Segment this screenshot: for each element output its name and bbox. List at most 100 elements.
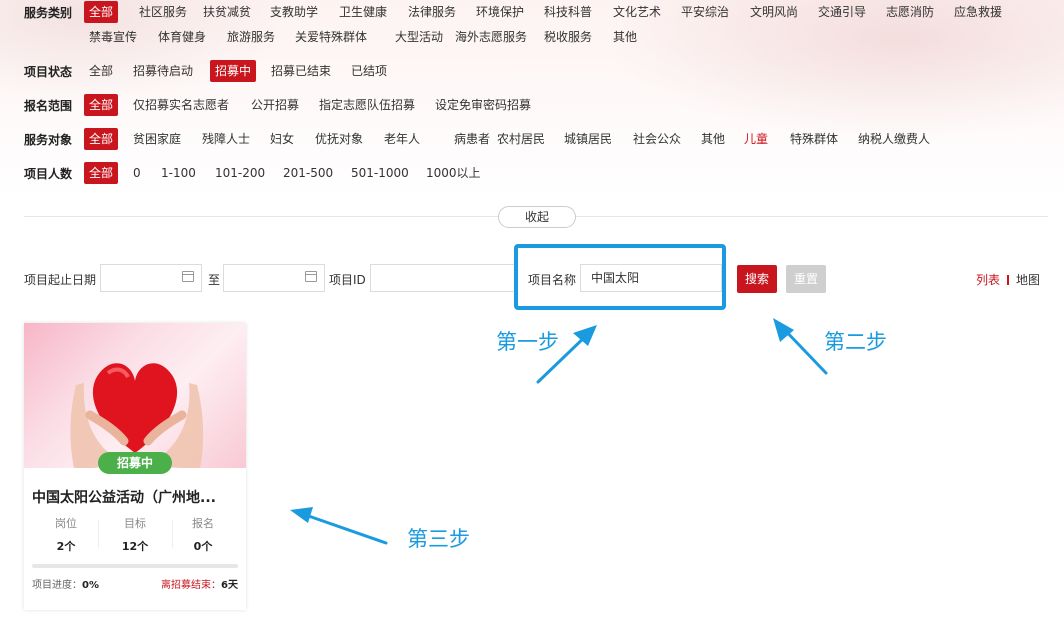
filter-option[interactable]: 全部 bbox=[84, 94, 119, 116]
step3-label: 第三步 bbox=[407, 527, 470, 551]
filter-option[interactable]: 关爱特殊群体 bbox=[290, 26, 372, 48]
filter-option[interactable]: 旅游服务 bbox=[222, 26, 280, 48]
view-separator bbox=[1006, 275, 1009, 285]
step3-arrow-shaft bbox=[298, 511, 388, 545]
filter-option[interactable]: 环境保护 bbox=[471, 1, 529, 23]
project-stats: 岗位 2个 目标 12个 报名 0个 bbox=[24, 515, 246, 555]
deadline-value: 6天 bbox=[221, 580, 238, 591]
filter-option[interactable]: 应急救援 bbox=[949, 1, 1007, 23]
date-range-label: 项目起止日期 bbox=[24, 273, 97, 287]
filter-option[interactable]: 卫生健康 bbox=[334, 1, 392, 23]
filter-option[interactable]: 全部 bbox=[84, 1, 119, 23]
stat-label: 岗位 bbox=[55, 517, 77, 530]
filter-option[interactable]: 纳税人缴费人 bbox=[853, 128, 935, 150]
filter-option[interactable]: 体育健身 bbox=[153, 26, 211, 48]
filter-option[interactable]: 公开招募 bbox=[246, 94, 304, 116]
filter-option[interactable]: 科技科普 bbox=[539, 1, 597, 23]
stat-value: 12个 bbox=[121, 540, 149, 553]
step2-arrow-head bbox=[773, 318, 794, 342]
filter-option[interactable]: 支教助学 bbox=[265, 1, 323, 23]
filter-option[interactable]: 全部 bbox=[84, 128, 119, 150]
filter-label: 项目状态 bbox=[24, 65, 73, 79]
filter-option[interactable]: 妇女 bbox=[265, 128, 299, 150]
filter-option[interactable]: 文化艺术 bbox=[608, 1, 666, 23]
filter-label: 服务对象 bbox=[24, 133, 73, 147]
project-footer: 项目进度：0% 离招募结束：6天 bbox=[32, 576, 238, 591]
filter-option[interactable]: 大型活动 bbox=[390, 26, 448, 48]
reset-button[interactable]: 重置 bbox=[786, 265, 826, 293]
progress-bar bbox=[32, 564, 238, 568]
filter-option[interactable]: 农村居民 bbox=[492, 128, 550, 150]
filter-option[interactable]: 贫困家庭 bbox=[128, 128, 186, 150]
project-title[interactable]: 中国太阳公益活动（广州地... bbox=[32, 487, 238, 507]
heart-in-hands-image bbox=[70, 363, 204, 468]
filter-option[interactable]: 仅招募实名志愿者 bbox=[128, 94, 234, 116]
project-id-input[interactable] bbox=[370, 264, 518, 292]
stat-signups: 报名 0个 bbox=[166, 515, 240, 554]
filter-option[interactable]: 社区服务 bbox=[134, 1, 192, 23]
filter-option[interactable]: 法律服务 bbox=[403, 1, 461, 23]
filter-label: 项目人数 bbox=[24, 167, 73, 181]
filter-option[interactable]: 101-200 bbox=[210, 162, 270, 184]
filter-option[interactable]: 全部 bbox=[84, 60, 118, 82]
filter-option[interactable]: 1-100 bbox=[156, 162, 201, 184]
filter-label: 服务类别 bbox=[24, 6, 73, 20]
filter-option[interactable]: 特殊群体 bbox=[785, 128, 843, 150]
filter-option[interactable]: 平安综治 bbox=[676, 1, 734, 23]
filter-option[interactable]: 其他 bbox=[696, 128, 730, 150]
calendar-icon[interactable] bbox=[182, 271, 194, 282]
stat-target: 目标 12个 bbox=[98, 515, 172, 554]
filter-option[interactable]: 201-500 bbox=[278, 162, 338, 184]
filter-label: 报名范围 bbox=[24, 99, 73, 113]
filter-option[interactable]: 全部 bbox=[84, 162, 119, 184]
step2-arrow-shaft bbox=[778, 323, 828, 375]
filter-option[interactable]: 扶贫减贫 bbox=[198, 1, 256, 23]
stat-label: 目标 bbox=[124, 517, 146, 530]
search-name-highlight-box bbox=[514, 244, 726, 310]
filter-option[interactable]: 老年人 bbox=[379, 128, 425, 150]
step2-label: 第二步 bbox=[824, 330, 887, 354]
filter-option[interactable]: 招募中 bbox=[210, 60, 257, 82]
filter-option[interactable]: 社会公众 bbox=[628, 128, 686, 150]
filter-option[interactable]: 禁毒宣传 bbox=[84, 26, 142, 48]
filter-option[interactable]: 0 bbox=[128, 162, 146, 184]
stat-positions: 岗位 2个 bbox=[29, 515, 103, 554]
stat-value: 2个 bbox=[56, 540, 76, 553]
filter-option[interactable]: 儿童 bbox=[739, 128, 773, 150]
filter-option[interactable]: 文明风尚 bbox=[745, 1, 803, 23]
filter-option[interactable]: 招募待启动 bbox=[128, 60, 198, 82]
filter-option[interactable]: 税收服务 bbox=[539, 26, 597, 48]
step3-arrow-head bbox=[290, 507, 313, 523]
filter-option[interactable]: 交通引导 bbox=[813, 1, 871, 23]
deadline: 离招募结束：6天 bbox=[161, 576, 238, 591]
filter-option[interactable]: 优抚对象 bbox=[310, 128, 368, 150]
step1-label: 第一步 bbox=[496, 330, 559, 354]
deadline-label: 离招募结束： bbox=[161, 580, 222, 591]
filter-option[interactable]: 其他 bbox=[608, 26, 642, 48]
filter-option[interactable]: 志愿消防 bbox=[881, 1, 939, 23]
filter-option[interactable]: 1000以上 bbox=[421, 162, 486, 184]
date-to-label: 至 bbox=[208, 273, 221, 287]
collapse-button[interactable]: 收起 bbox=[498, 206, 576, 228]
map-view-link[interactable]: 地图 bbox=[1016, 273, 1040, 287]
search-button[interactable]: 搜索 bbox=[737, 265, 777, 293]
filter-option[interactable]: 501-1000 bbox=[346, 162, 414, 184]
filter-option[interactable]: 海外志愿服务 bbox=[450, 26, 532, 48]
filter-option[interactable]: 残障人士 bbox=[197, 128, 255, 150]
project-image[interactable] bbox=[24, 323, 246, 468]
filter-option[interactable]: 指定志愿队伍招募 bbox=[314, 94, 420, 116]
project-card[interactable]: 招募中 中国太阳公益活动（广州地... 岗位 2个 目标 12个 报名 0个 项… bbox=[24, 323, 246, 610]
stat-value: 0个 bbox=[193, 540, 213, 553]
filter-option[interactable]: 设定免审密码招募 bbox=[430, 94, 536, 116]
filter-option[interactable]: 城镇居民 bbox=[559, 128, 617, 150]
list-view-link[interactable]: 列表 bbox=[976, 273, 1000, 287]
filter-option[interactable]: 病患者 bbox=[449, 128, 495, 150]
project-id-label: 项目ID bbox=[329, 273, 366, 287]
filter-option[interactable]: 已结项 bbox=[346, 60, 392, 82]
stat-label: 报名 bbox=[192, 517, 214, 530]
calendar-icon[interactable] bbox=[305, 271, 317, 282]
step1-arrow-head bbox=[573, 325, 597, 346]
filter-option[interactable]: 招募已结束 bbox=[266, 60, 336, 82]
view-toggle: 列表 地图 bbox=[976, 271, 1040, 288]
status-badge: 招募中 bbox=[98, 452, 172, 474]
